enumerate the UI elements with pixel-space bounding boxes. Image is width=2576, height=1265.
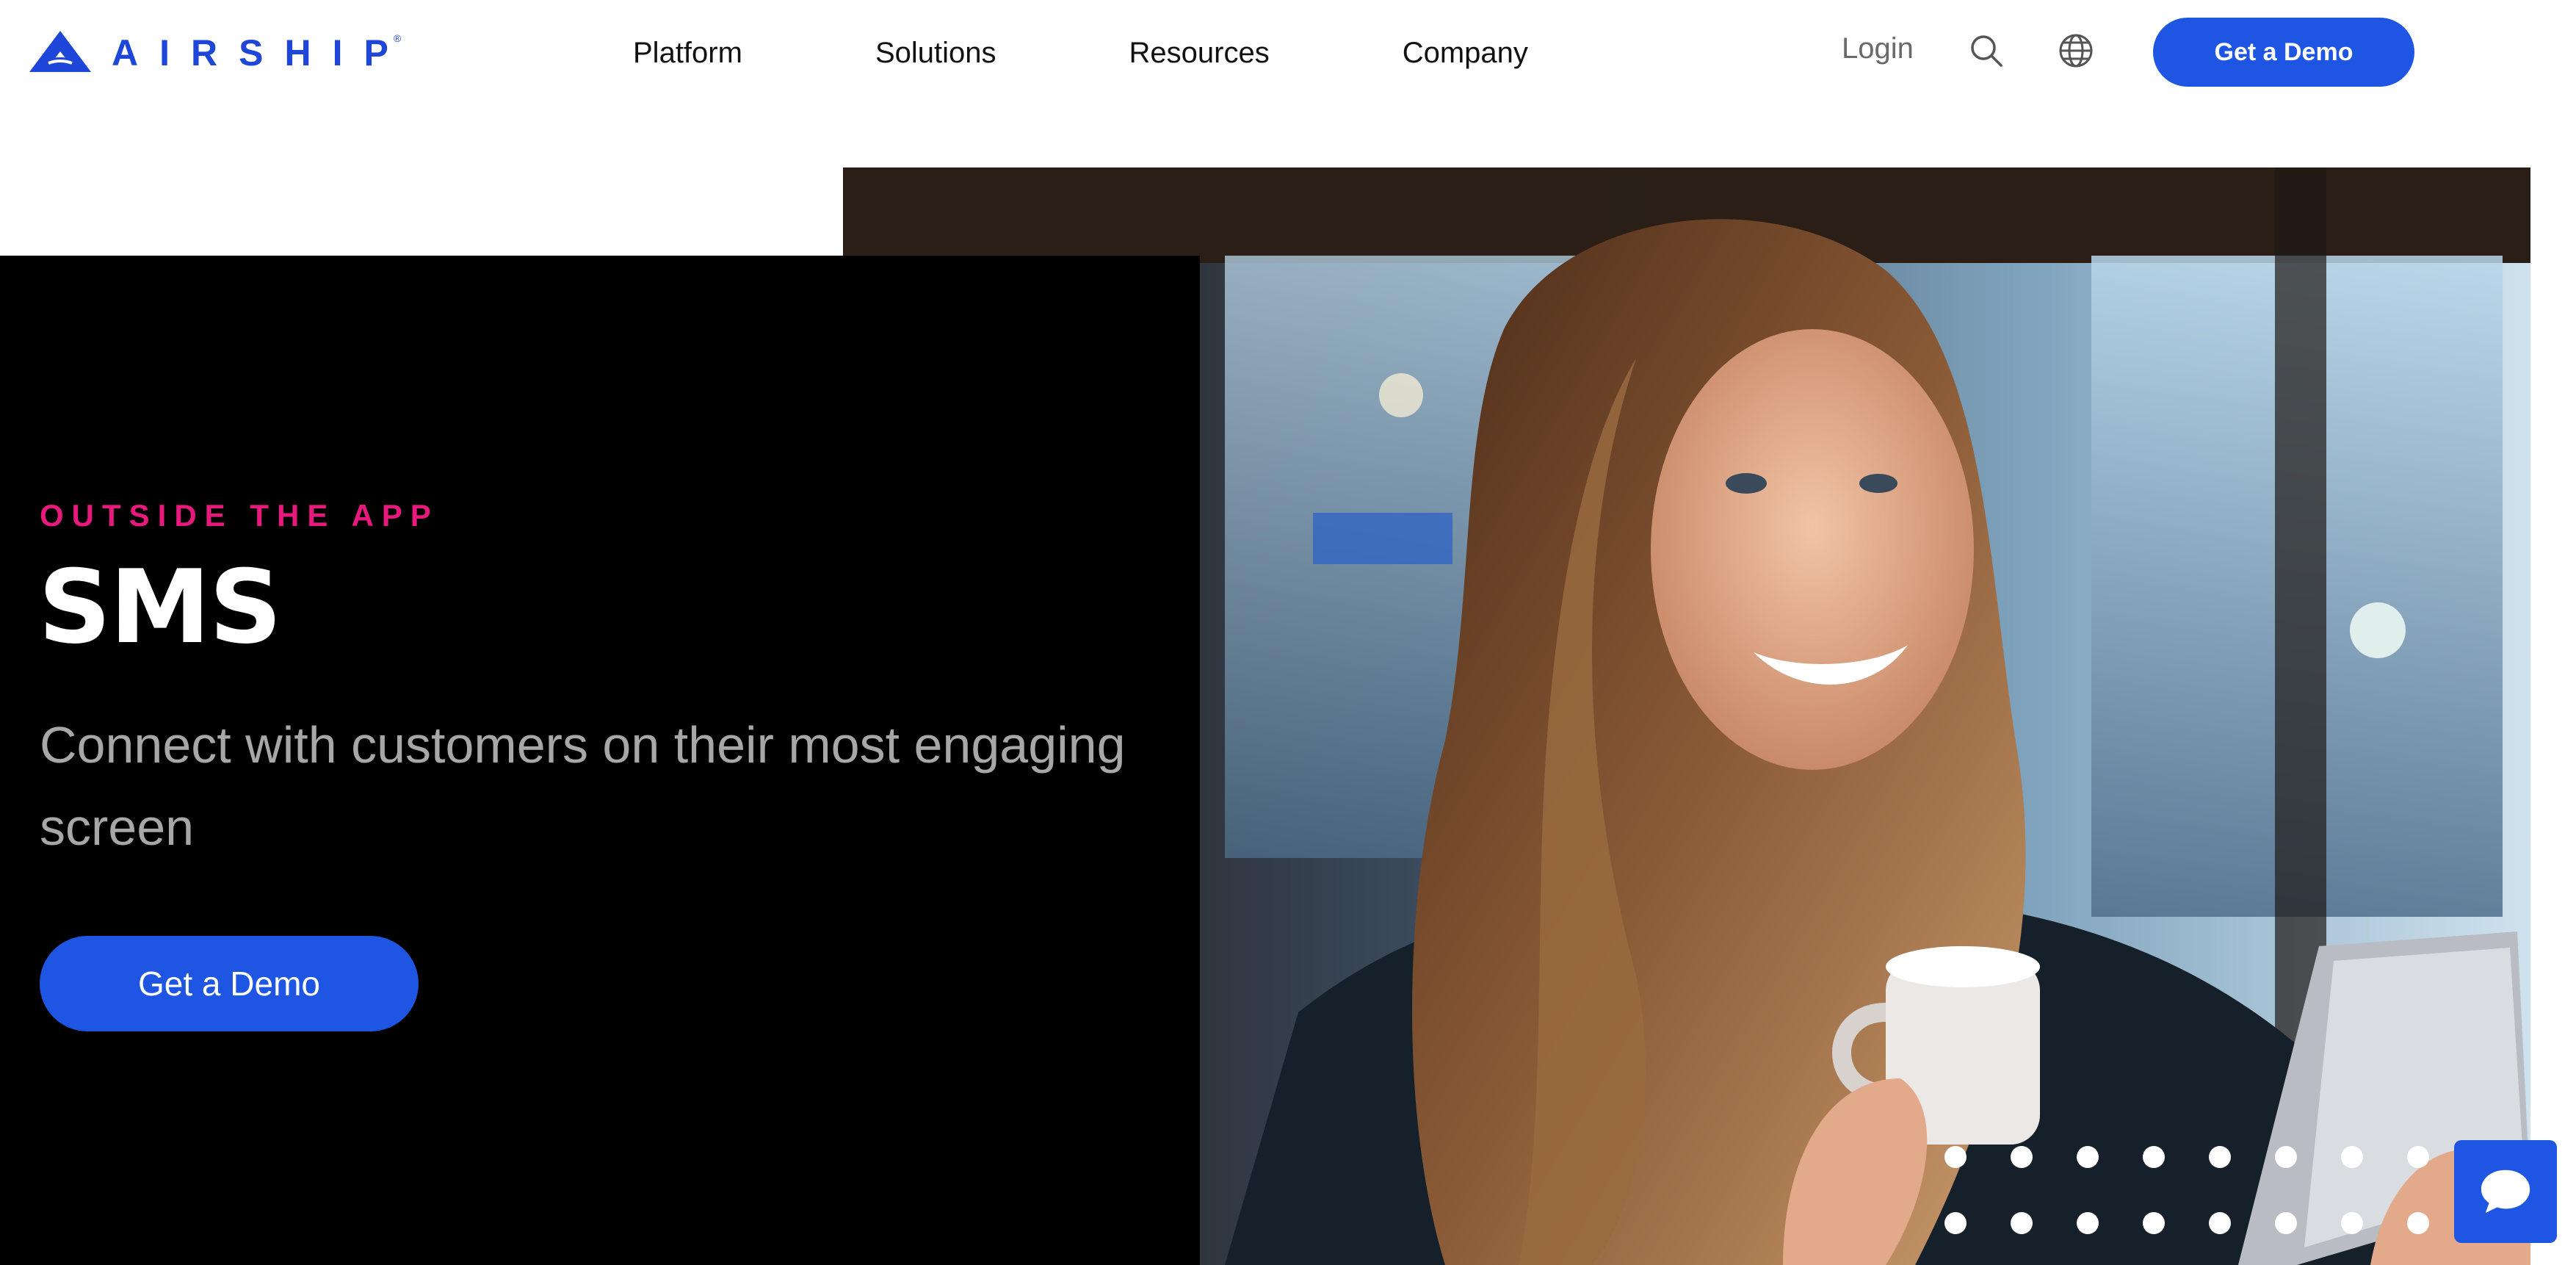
site-header: AIRSHIP ® Platform Solutions Resources C… bbox=[0, 0, 2576, 106]
dot bbox=[2143, 1212, 2165, 1234]
chat-bubble-icon bbox=[2481, 1170, 2530, 1214]
hero-get-demo-button[interactable]: Get a Demo bbox=[40, 936, 419, 1031]
search-icon[interactable] bbox=[1968, 32, 2005, 69]
dot bbox=[2275, 1146, 2297, 1168]
logo-wordmark: AIRSHIP bbox=[112, 32, 410, 73]
dot bbox=[1944, 1146, 1967, 1168]
dot bbox=[2077, 1146, 2099, 1168]
dot bbox=[2341, 1212, 2363, 1234]
dot bbox=[2407, 1212, 2429, 1234]
header-get-demo-button[interactable]: Get a Demo bbox=[2153, 18, 2414, 87]
hero-title: SMS bbox=[38, 548, 282, 666]
dot bbox=[2209, 1212, 2231, 1234]
dot bbox=[1944, 1212, 1967, 1234]
main-nav: Platform Solutions Resources Company bbox=[633, 29, 1528, 76]
nav-item-platform[interactable]: Platform bbox=[633, 37, 742, 70]
hero-eyebrow: OUTSIDE THE APP bbox=[40, 498, 439, 533]
airship-logo[interactable]: AIRSHIP ® bbox=[28, 28, 401, 78]
login-link[interactable]: Login bbox=[1842, 32, 1914, 65]
dot bbox=[2077, 1212, 2099, 1234]
globe-icon[interactable] bbox=[2058, 32, 2094, 69]
nav-item-resources[interactable]: Resources bbox=[1129, 37, 1270, 70]
dot bbox=[2143, 1146, 2165, 1168]
airship-logo-icon bbox=[29, 31, 91, 72]
dot bbox=[2275, 1212, 2297, 1234]
chat-launcher-button[interactable] bbox=[2454, 1140, 2557, 1243]
dot bbox=[2011, 1212, 2033, 1234]
dot bbox=[2407, 1146, 2429, 1168]
decorative-dot-grid bbox=[1944, 1146, 2436, 1241]
nav-item-company[interactable]: Company bbox=[1403, 37, 1528, 70]
dot bbox=[2011, 1146, 2033, 1168]
logo-registered-mark: ® bbox=[393, 32, 402, 44]
dot bbox=[2341, 1146, 2363, 1168]
hero-subtitle: Connect with customers on their most eng… bbox=[40, 716, 1126, 856]
dot bbox=[2209, 1146, 2231, 1168]
hero-panel: OUTSIDE THE APP SMS Connect with custome… bbox=[0, 256, 1200, 1265]
nav-item-solutions[interactable]: Solutions bbox=[875, 37, 996, 70]
